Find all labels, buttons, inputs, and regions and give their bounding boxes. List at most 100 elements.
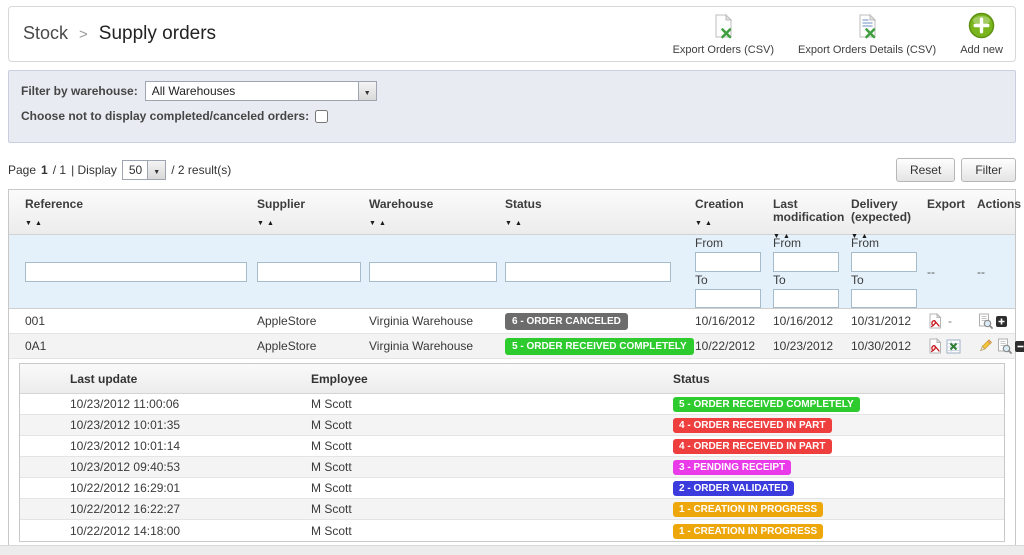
warehouse-filter-input[interactable] <box>369 261 497 282</box>
history-employee: M Scott <box>311 460 352 474</box>
results-count: / 2 result(s) <box>171 163 232 177</box>
status-badge: 4 - ORDER RECEIVED IN PART <box>673 418 832 433</box>
pdf-export-icon[interactable] <box>927 338 943 354</box>
history-employee: M Scott <box>311 523 352 538</box>
sort-arrows[interactable] <box>505 214 683 230</box>
cell-delivery-date: 10/30/2012 <box>851 339 912 353</box>
column-header-status: Status <box>497 198 683 234</box>
status-badge: 6 - ORDER CANCELED <box>505 312 628 330</box>
history-row: 10/22/2012 16:29:01 M Scott 2 - ORDER VA… <box>20 478 1004 499</box>
page-size-value: 50 <box>128 163 143 177</box>
lastmod-to-label: To <box>773 272 786 287</box>
pager-row: Page 1 / 1 | Display 50 / 2 result(s) Re… <box>8 158 1016 182</box>
history-last-update: 10/22/2012 16:29:01 <box>70 481 181 495</box>
creation-from-input[interactable] <box>695 252 761 272</box>
order-history-table: Last update Employee Status 10/23/2012 1… <box>19 363 1005 542</box>
export-orders-label: Export Orders (CSV) <box>672 44 775 56</box>
lastmod-from-input[interactable] <box>773 252 839 272</box>
cell-warehouse: Virginia Warehouse <box>369 314 474 328</box>
column-header-warehouse: Warehouse <box>361 198 497 234</box>
history-last-update: 10/22/2012 16:22:27 <box>70 502 181 516</box>
delivery-from-input[interactable] <box>851 252 917 272</box>
history-row: 10/23/2012 09:40:53 M Scott 3 - PENDING … <box>20 457 1004 478</box>
cell-delivery-date: 10/31/2012 <box>851 314 912 328</box>
warehouse-select[interactable]: All Warehouses <box>144 81 377 101</box>
sort-arrows[interactable] <box>695 214 761 230</box>
current-page: 1 <box>41 163 48 177</box>
edit-icon[interactable] <box>977 338 993 354</box>
status-badge: 3 - PENDING RECEIPT <box>673 460 792 475</box>
cell-creation-date: 10/22/2012 <box>695 339 756 353</box>
export-orders-csv-button[interactable]: Export Orders (CSV) <box>673 13 774 56</box>
supplier-filter-input[interactable] <box>257 261 361 282</box>
delivery-to-input[interactable] <box>851 288 917 308</box>
cell-supplier: AppleStore <box>257 314 317 328</box>
reset-button[interactable]: Reset <box>895 158 956 182</box>
history-column-status: Status <box>673 371 710 386</box>
creation-to-input[interactable] <box>695 288 761 308</box>
cell-reference: 0A1 <box>25 339 47 353</box>
pagination: Page 1 / 1 | Display 50 / 2 result(s) <box>8 160 231 180</box>
page-title: Supply orders <box>98 23 217 44</box>
cell-warehouse: Virginia Warehouse <box>369 339 474 353</box>
page-size-select[interactable]: 50 <box>121 160 167 180</box>
sort-arrows[interactable] <box>369 214 497 230</box>
history-employee: M Scott <box>311 418 352 432</box>
breadcrumb-separator: > <box>79 26 88 43</box>
collapse-icon[interactable] <box>1015 340 1024 352</box>
breadcrumb-stock-link[interactable]: Stock <box>23 23 68 44</box>
history-last-update: 10/23/2012 11:00:06 <box>70 397 180 411</box>
history-employee: M Scott <box>311 397 352 411</box>
chevron-down-icon[interactable] <box>147 161 166 179</box>
warehouse-filter-panel: Filter by warehouse: All Warehouses Choo… <box>8 70 1016 143</box>
filter-button[interactable]: Filter <box>961 158 1016 182</box>
history-column-last-update: Last update <box>70 371 138 386</box>
table-row: 001 AppleStore Virginia Warehouse 6 - OR… <box>9 309 1015 334</box>
add-new-button[interactable]: Add new <box>960 12 1003 56</box>
expand-icon[interactable] <box>996 315 1007 327</box>
sort-arrows[interactable] <box>257 214 361 230</box>
status-badge: 1 - CREATION IN PROGRESS <box>673 523 824 539</box>
lastmod-to-input[interactable] <box>773 288 839 308</box>
toolbar: Export Orders (CSV) Export Orders Detail… <box>673 12 1003 56</box>
sort-arrows[interactable] <box>25 214 249 230</box>
supply-orders-page: Stock > Supply orders Export Orders (CSV… <box>0 0 1024 551</box>
excel-export-icon[interactable] <box>946 339 961 354</box>
lastmod-from-label: From <box>773 236 801 250</box>
history-header-row: Last update Employee Status <box>20 364 1004 394</box>
column-header-last-modification: Last modification <box>761 198 844 242</box>
details-icon[interactable] <box>977 313 993 329</box>
creation-from-label: From <box>695 236 723 250</box>
history-last-update: 10/23/2012 10:01:14 <box>70 439 181 453</box>
warehouse-select-value: All Warehouses <box>151 84 236 98</box>
table-header-row: Reference Supplier Warehouse Status Crea… <box>9 190 1021 242</box>
table-row: 0A1 AppleStore Virginia Warehouse 5 - OR… <box>9 334 1024 359</box>
status-badge: 5 - ORDER RECEIVED COMPLETELY <box>673 397 860 412</box>
details-icon[interactable] <box>996 338 1012 354</box>
export-filter-placeholder: -- <box>927 264 935 279</box>
actions-filter-placeholder: -- <box>977 264 985 279</box>
cell-supplier: AppleStore <box>257 339 317 353</box>
supply-orders-table: Reference Supplier Warehouse Status Crea… <box>8 189 1024 551</box>
top-bar: Stock > Supply orders Export Orders (CSV… <box>8 6 1016 62</box>
pdf-export-icon[interactable] <box>927 313 943 329</box>
history-column-employee: Employee <box>311 371 368 386</box>
status-filter-input[interactable] <box>505 261 671 282</box>
delivery-to-label: To <box>851 272 864 287</box>
export-note: - <box>948 314 952 328</box>
history-row: 10/23/2012 10:01:35 M Scott 4 - ORDER RE… <box>20 415 1004 436</box>
column-header-export: Export <box>927 197 966 211</box>
csv-export-icon <box>710 13 736 42</box>
history-row: 10/23/2012 11:00:06 M Scott 5 - ORDER RE… <box>20 394 1004 415</box>
chevron-down-icon[interactable] <box>357 82 376 100</box>
history-row: 10/22/2012 16:22:27 M Scott 1 - CREATION… <box>20 499 1004 520</box>
hide-completed-checkbox[interactable] <box>315 109 329 123</box>
status-badge: 1 - CREATION IN PROGRESS <box>673 502 824 517</box>
export-orders-details-csv-button[interactable]: Export Orders Details (CSV) <box>798 13 936 56</box>
csv-details-export-icon <box>854 13 880 42</box>
reference-filter-input[interactable] <box>25 261 247 282</box>
column-header-delivery: Delivery (expected) <box>839 198 919 242</box>
cell-creation-date: 10/16/2012 <box>695 314 756 328</box>
status-badge: 4 - ORDER RECEIVED IN PART <box>673 439 832 454</box>
history-last-update: 10/23/2012 10:01:35 <box>70 418 181 432</box>
